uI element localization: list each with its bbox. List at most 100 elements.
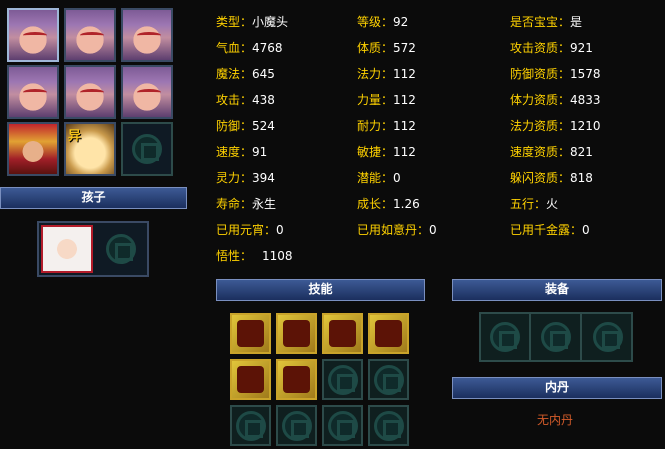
stat-row: 灵力：394 — [216, 169, 275, 186]
stat-label: 法力： — [357, 67, 394, 81]
stat-label: 等级： — [357, 15, 394, 29]
stat-row: 法力：112 — [357, 65, 416, 82]
stat-label: 已用千金露： — [510, 223, 583, 237]
stat-value: 0 — [276, 223, 284, 237]
skill-slot-4[interactable] — [368, 313, 409, 354]
skill-slot-6[interactable] — [276, 359, 317, 400]
stat-label: 体质： — [357, 41, 394, 55]
child-portrait-icon — [123, 10, 171, 60]
stat-value: 1.26 — [393, 197, 420, 211]
stat-value: 0 — [429, 223, 437, 237]
child-portrait-icon — [9, 10, 57, 60]
skill-slot-7[interactable] — [322, 359, 363, 400]
portrait-slot-6[interactable] — [121, 65, 173, 119]
inner-core-bar: 内丹 — [452, 377, 662, 399]
equipment-slot-3[interactable] — [583, 314, 633, 360]
stat-value: 524 — [252, 119, 275, 133]
stat-value: 4833 — [570, 93, 601, 107]
stat-row: 耐力：112 — [357, 117, 416, 134]
stat-row: 已用千金露：0 — [510, 221, 590, 238]
skill-demon-icon — [329, 320, 356, 347]
equipment-slot-1[interactable] — [481, 314, 531, 360]
empty-slot-emblem-icon — [373, 410, 404, 441]
stat-row: 五行：火 — [510, 195, 558, 212]
empty-slot-emblem-icon — [132, 134, 162, 164]
stat-label: 魔法： — [216, 67, 253, 81]
pet-slot-empty[interactable] — [97, 225, 145, 273]
stat-label: 体力资质： — [510, 93, 571, 107]
skill-slot-5[interactable] — [230, 359, 271, 400]
stat-row: 法力资质：1210 — [510, 117, 601, 134]
stat-value: 821 — [570, 145, 593, 159]
stat-value: 818 — [570, 171, 593, 185]
child-portrait-icon — [66, 10, 114, 60]
stat-value: 是 — [570, 15, 583, 29]
stat-row: 已用元宵：0 — [216, 221, 284, 238]
stat-label: 敏捷： — [357, 145, 394, 159]
portrait-slot-5[interactable] — [64, 65, 116, 119]
stat-value: 112 — [393, 119, 416, 133]
stat-label: 气血： — [216, 41, 253, 55]
empty-slot-emblem-icon — [593, 322, 623, 352]
portrait-slot-2[interactable] — [64, 8, 116, 62]
portrait-slot-9[interactable] — [121, 122, 173, 176]
portrait-slot-4[interactable] — [7, 65, 59, 119]
empty-slot-emblem-icon — [281, 410, 312, 441]
child-portrait-icon — [9, 67, 57, 117]
skill-flame-icon — [375, 320, 402, 347]
portrait-slot-3[interactable] — [121, 8, 173, 62]
empty-slot-emblem-icon — [327, 364, 358, 395]
stat-value: 92 — [393, 15, 409, 29]
stat-value: 0 — [393, 171, 401, 185]
portrait-slot-7[interactable] — [7, 122, 59, 176]
stat-label: 躲闪资质： — [510, 171, 571, 185]
stat-label: 潜能： — [357, 171, 394, 185]
stat-value: 394 — [252, 171, 275, 185]
stat-label: 法力资质： — [510, 119, 571, 133]
stat-label: 五行： — [510, 197, 547, 211]
stat-row: 速度资质：821 — [510, 143, 593, 160]
stat-value: 438 — [252, 93, 275, 107]
skill-soldiers-icon — [283, 366, 310, 393]
skill-eye-icon — [237, 366, 264, 393]
empty-slot-emblem-icon — [327, 410, 358, 441]
skill-slot-1[interactable] — [230, 313, 271, 354]
skill-slot-10[interactable] — [276, 405, 317, 446]
portrait-slot-8[interactable]: 异 — [64, 122, 116, 176]
skill-slot-9[interactable] — [230, 405, 271, 446]
skill-slot-8[interactable] — [368, 359, 409, 400]
skill-beast-icon — [283, 320, 310, 347]
skill-slot-2[interactable] — [276, 313, 317, 354]
stat-label: 速度资质： — [510, 145, 571, 159]
stat-value: 火 — [546, 197, 559, 211]
stat-value: 921 — [570, 41, 593, 55]
stat-label: 攻击资质： — [510, 41, 571, 55]
stat-label: 已用元宵： — [216, 223, 277, 237]
empty-slot-emblem-icon — [490, 322, 520, 352]
pet-portrait-icon[interactable] — [41, 225, 93, 273]
stat-value: 1108 — [262, 249, 293, 263]
stat-label: 力量： — [357, 93, 394, 107]
stat-value: 91 — [252, 145, 268, 159]
stat-row: 潜能：0 — [357, 169, 401, 186]
skills-bar: 技能 — [216, 279, 425, 301]
name-bar: 孩子 — [0, 187, 187, 209]
stat-label: 耐力： — [357, 119, 394, 133]
stat-label: 类型： — [216, 15, 253, 29]
skills-grid — [230, 313, 410, 449]
portrait-slot-1[interactable] — [7, 8, 59, 62]
stat-value: 112 — [393, 93, 416, 107]
empty-slot-emblem-icon — [106, 234, 136, 264]
empty-slot-emblem-icon — [373, 364, 404, 395]
skill-slot-3[interactable] — [322, 313, 363, 354]
skill-slot-12[interactable] — [368, 405, 409, 446]
stat-label: 是否宝宝： — [510, 15, 571, 29]
stat-value: 永生 — [252, 197, 277, 211]
skill-slot-11[interactable] — [322, 405, 363, 446]
hero-portrait-icon — [9, 124, 57, 174]
stat-value: 645 — [252, 67, 275, 81]
equipment-slot-2[interactable] — [532, 314, 582, 360]
pet-box — [37, 221, 149, 277]
stat-row: 体力资质：4833 — [510, 91, 601, 108]
stat-value: 1210 — [570, 119, 601, 133]
